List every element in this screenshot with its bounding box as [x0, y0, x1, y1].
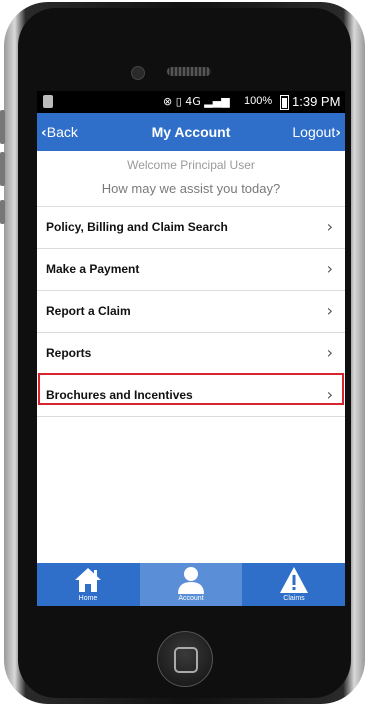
status-bar: ⊗ ▯ 4G ▂▄▆ 100% 1:39 PM	[37, 91, 345, 113]
app-screen: ⊗ ▯ 4G ▂▄▆ 100% 1:39 PM ‹Back My Account…	[37, 91, 345, 606]
home-button[interactable]	[157, 631, 213, 687]
chevron-right-icon: ›	[335, 125, 341, 141]
front-camera	[131, 66, 145, 80]
clock: 1:39 PM	[292, 94, 341, 109]
chevron-right-icon: ›	[326, 259, 333, 278]
chevron-right-icon: ›	[326, 301, 333, 320]
assist-text: How may we assist you today?	[101, 181, 281, 196]
menu-item-make-payment[interactable]: Make a Payment ›	[37, 248, 345, 290]
chevron-right-icon: ›	[326, 343, 333, 362]
volume-up-button	[0, 110, 5, 144]
logout-button[interactable]: Logout›	[292, 124, 341, 141]
volume-down-button	[0, 152, 5, 186]
warning-icon	[280, 567, 308, 593]
earpiece-speaker	[167, 67, 211, 76]
tab-bar: Home Account Claims	[37, 563, 345, 606]
menu-item-policy-search[interactable]: Policy, Billing and Claim Search ›	[37, 206, 345, 248]
tab-claims[interactable]: Claims	[243, 563, 345, 606]
menu-item-reports[interactable]: Reports ›	[37, 332, 345, 374]
signal-icons: ⊗ ▯ 4G ▂▄▆	[163, 95, 230, 108]
side-button	[0, 200, 5, 224]
tab-account[interactable]: Account	[140, 563, 242, 606]
welcome-text: Welcome Principal User	[127, 158, 255, 172]
tab-home[interactable]: Home	[37, 563, 139, 606]
menu-item-report-claim[interactable]: Report a Claim ›	[37, 290, 345, 332]
user-icon	[178, 567, 204, 594]
home-icon	[75, 568, 101, 592]
battery-percent: 100%	[244, 95, 273, 107]
battery-icon	[280, 95, 289, 110]
chevron-right-icon: ›	[326, 217, 333, 236]
selection-highlight	[38, 373, 344, 405]
nav-bar: ‹Back My Account Logout›	[37, 113, 345, 151]
notification-icon	[43, 95, 53, 108]
